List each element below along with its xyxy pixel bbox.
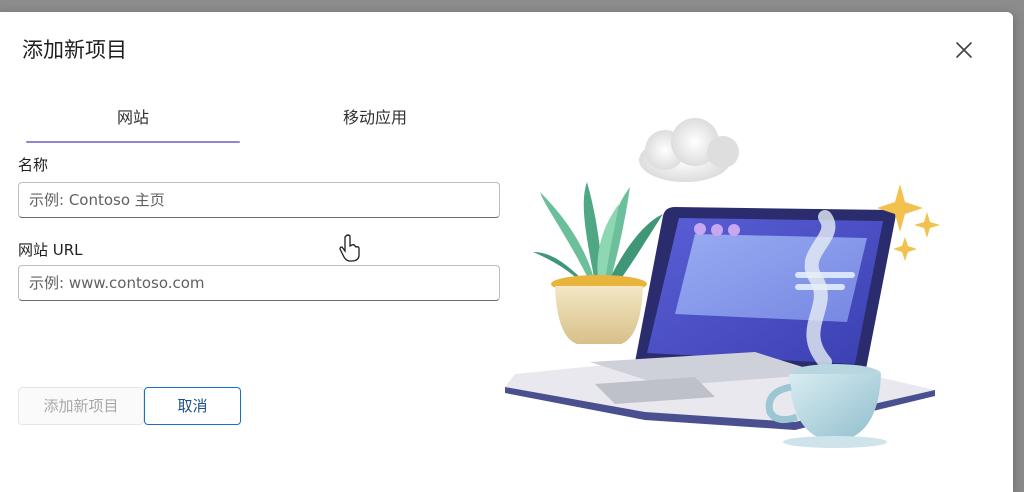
- url-label: 网站 URL: [18, 241, 83, 259]
- selected-tab-indicator: [26, 141, 240, 143]
- hand-cursor-icon: [339, 234, 360, 262]
- laptop-plant-coffee-illustration: [505, 118, 940, 448]
- url-input[interactable]: [19, 266, 499, 300]
- tab-mobile-app[interactable]: 移动应用: [268, 104, 482, 128]
- cancel-button[interactable]: 取消: [144, 387, 241, 425]
- name-input[interactable]: [19, 183, 499, 217]
- add-new-item-button[interactable]: 添加新项目: [18, 387, 144, 425]
- close-icon: [956, 42, 972, 58]
- add-new-item-dialog: 添加新项目 网站 移动应用 名称 网站 URL 添加新项目 取消: [0, 12, 1013, 492]
- cloud-icon: [639, 118, 739, 182]
- name-field-box: [18, 182, 500, 218]
- backdrop: [0, 0, 1024, 12]
- name-label: 名称: [18, 156, 49, 174]
- dialog-title: 添加新项目: [22, 38, 127, 62]
- close-button[interactable]: [952, 38, 976, 62]
- tab-website[interactable]: 网站: [26, 104, 240, 128]
- url-field-box: [18, 265, 500, 301]
